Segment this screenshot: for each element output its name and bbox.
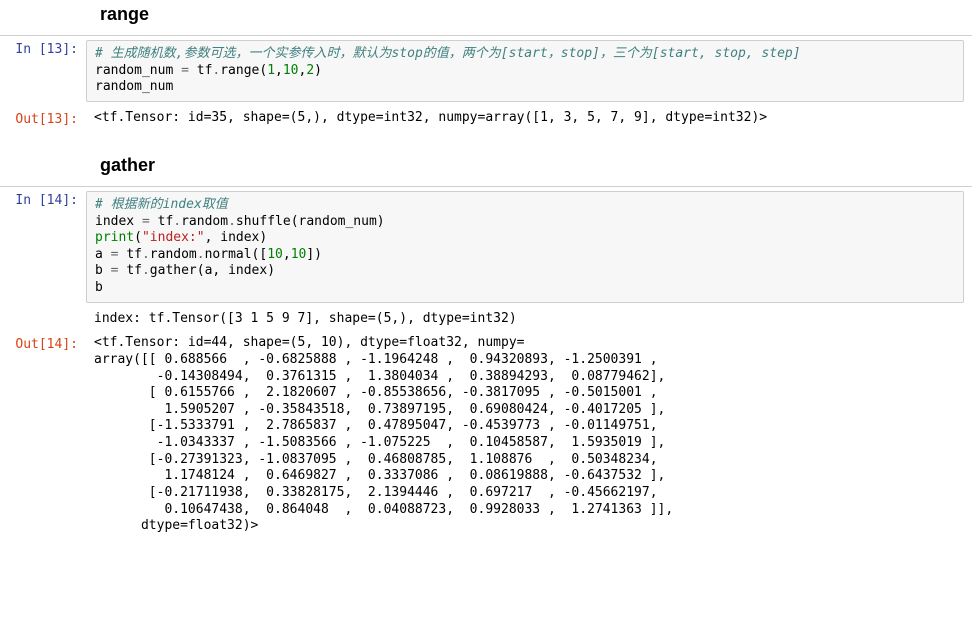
code-line: print("index:", index)	[95, 230, 267, 245]
comment: # 根据新的index取值	[95, 197, 228, 212]
in-prompt-13: In [13]:	[0, 36, 86, 61]
code-line: a = tf.random.normal([10,10])	[95, 247, 322, 262]
cell-14: In [14]: # 根据新的index取值 index = tf.random…	[0, 186, 972, 539]
code-line: index = tf.random.shuffle(random_num)	[95, 214, 385, 229]
code-line: b = tf.gather(a, index)	[95, 263, 275, 278]
comment: # 生成随机数,参数可选，一个实参传入时，默认为stop的值，两个为[start…	[95, 46, 801, 61]
input-row-13: In [13]: # 生成随机数,参数可选，一个实参传入时，默认为stop的值，…	[0, 36, 972, 106]
heading-gather: gather	[0, 151, 972, 186]
code-line: b	[95, 280, 103, 295]
heading-range: range	[0, 0, 972, 35]
print-output-14: index: tf.Tensor([3 1 5 9 7], shape=(5,)…	[86, 307, 972, 332]
code-input-13[interactable]: # 生成随机数,参数可选，一个实参传入时，默认为stop的值，两个为[start…	[86, 40, 964, 102]
print-row-14: index: tf.Tensor([3 1 5 9 7], shape=(5,)…	[0, 307, 972, 332]
output-row-13: Out[13]: <tf.Tensor: id=35, shape=(5,), …	[0, 106, 972, 131]
output-row-14: Out[14]: <tf.Tensor: id=44, shape=(5, 10…	[0, 331, 972, 539]
empty-prompt	[0, 307, 86, 317]
in-prompt-14: In [14]:	[0, 187, 86, 212]
code-line: random_num	[95, 79, 173, 94]
code-line: random_num = tf.range(1,10,2)	[95, 63, 322, 78]
code-input-14[interactable]: # 根据新的index取值 index = tf.random.shuffle(…	[86, 191, 964, 303]
output-text-13: <tf.Tensor: id=35, shape=(5,), dtype=int…	[86, 106, 972, 131]
cell-13: In [13]: # 生成随机数,参数可选，一个实参传入时，默认为stop的值，…	[0, 35, 972, 131]
output-text-14: <tf.Tensor: id=44, shape=(5, 10), dtype=…	[86, 331, 972, 539]
input-row-14: In [14]: # 根据新的index取值 index = tf.random…	[0, 187, 972, 307]
out-prompt-14: Out[14]:	[0, 331, 86, 356]
out-prompt-13: Out[13]:	[0, 106, 86, 131]
